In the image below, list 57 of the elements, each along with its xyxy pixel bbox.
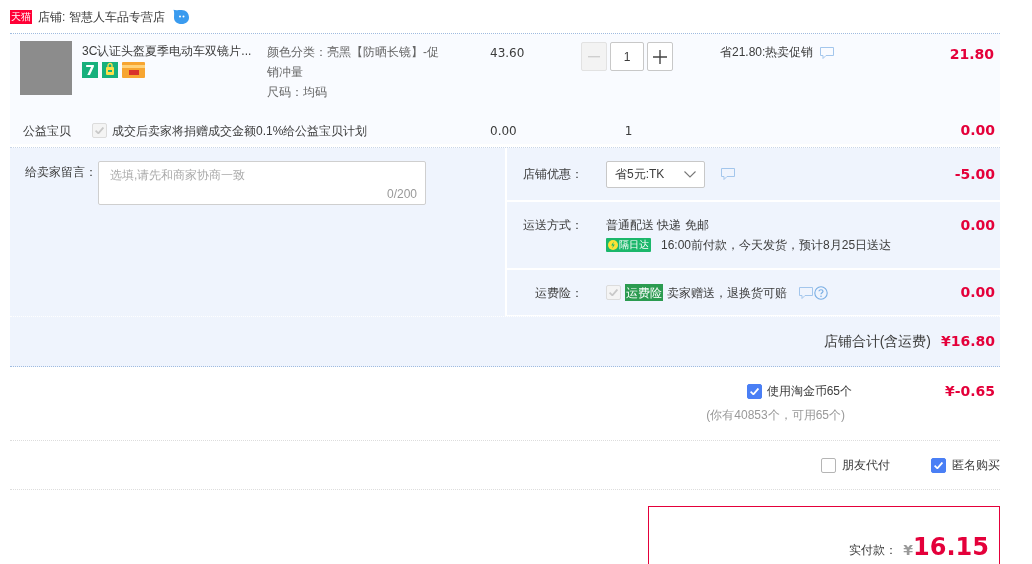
shipping-method: 普通配送 快递 免邮 bbox=[606, 217, 710, 233]
coins-amount: ¥-0.65 bbox=[944, 383, 995, 399]
delivery-note: 16:00前付款，今天发货，预计8月25日送达 bbox=[661, 237, 892, 253]
coins-checkbox[interactable] bbox=[746, 383, 762, 399]
padlock-icon bbox=[102, 62, 118, 78]
delivery-tag-label: 隔日达 bbox=[619, 240, 649, 250]
check-icon bbox=[749, 387, 759, 395]
charity-price: 0.00 bbox=[490, 123, 517, 138]
card-icon bbox=[122, 62, 145, 78]
option-checkbox[interactable] bbox=[821, 457, 836, 473]
check-icon bbox=[609, 289, 618, 296]
payment-amount: ¥16.15 bbox=[903, 533, 989, 563]
insurance-label: 运费险： bbox=[534, 284, 583, 302]
charity-text: 成交后卖家将捐赠成交金额0.1%给公益宝贝计划 bbox=[112, 122, 368, 140]
payment-label: 实付款： bbox=[849, 542, 898, 559]
quantity-input[interactable]: 1 bbox=[610, 42, 644, 71]
charity-label: 公益宝贝 bbox=[23, 122, 72, 140]
number-badge: 7 bbox=[82, 62, 98, 78]
product-photo[interactable] bbox=[20, 41, 72, 95]
speech-bubble-icon[interactable] bbox=[820, 47, 835, 59]
unit-price: 43.60 bbox=[490, 46, 525, 60]
store-name[interactable]: 店铺: 智慧人车品专营店 bbox=[38, 7, 165, 26]
insurance-tag: 运费险 bbox=[625, 284, 663, 301]
insurance-text: 卖家赠送，退换货可赔 bbox=[667, 284, 787, 302]
coupon-label: 店铺优惠： bbox=[522, 166, 583, 183]
product-spec: 颜色分类：亮黑【防晒长镜】-促销冲量 bbox=[267, 44, 440, 81]
charity-quantity: 1 bbox=[624, 123, 633, 138]
shipping-amount: 0.00 bbox=[960, 217, 996, 233]
coins-note: (你有40853个，可用65个) bbox=[706, 407, 845, 423]
store-badge: 天猫 bbox=[10, 9, 32, 24]
coupon-select[interactable]: 省5元:TK bbox=[606, 160, 705, 188]
item-subtotal: 21.80 bbox=[949, 46, 994, 62]
product-title[interactable]: 3C认证头盔夏季电动车双镜片... bbox=[82, 43, 267, 59]
charity-subtotal: 0.00 bbox=[960, 122, 995, 138]
store-total-label: 店铺合计(含运费) bbox=[823, 332, 931, 351]
plus-button[interactable] bbox=[647, 42, 673, 71]
product-spec: 尺码：均码 bbox=[267, 84, 328, 101]
option-checkbox[interactable] bbox=[931, 457, 946, 473]
promo-text: 省21.80:热卖促销 bbox=[720, 44, 814, 60]
char-counter: 0/200 bbox=[386, 186, 417, 202]
chevron-down-icon bbox=[684, 170, 696, 178]
check-icon bbox=[934, 461, 943, 469]
plus-icon bbox=[653, 49, 667, 64]
chat-bubble-icon[interactable] bbox=[172, 8, 190, 25]
speech-bubble-icon[interactable] bbox=[799, 286, 813, 299]
message-label: 给卖家留言： bbox=[25, 164, 98, 181]
coupon-amount: -5.00 bbox=[954, 164, 996, 184]
store-total-amount: ¥16.80 bbox=[940, 332, 995, 351]
help-icon[interactable] bbox=[814, 285, 828, 300]
insurance-amount: 0.00 bbox=[960, 283, 996, 302]
check-icon bbox=[95, 127, 104, 134]
speech-bubble-icon[interactable] bbox=[721, 168, 735, 180]
coins-label[interactable]: 使用淘金币65个 bbox=[766, 383, 852, 399]
minus-icon bbox=[588, 55, 600, 58]
shipping-label: 运送方式： bbox=[522, 217, 583, 233]
option-label[interactable]: 朋友代付 bbox=[842, 456, 890, 474]
option-label[interactable]: 匿名购买 bbox=[952, 456, 1000, 474]
